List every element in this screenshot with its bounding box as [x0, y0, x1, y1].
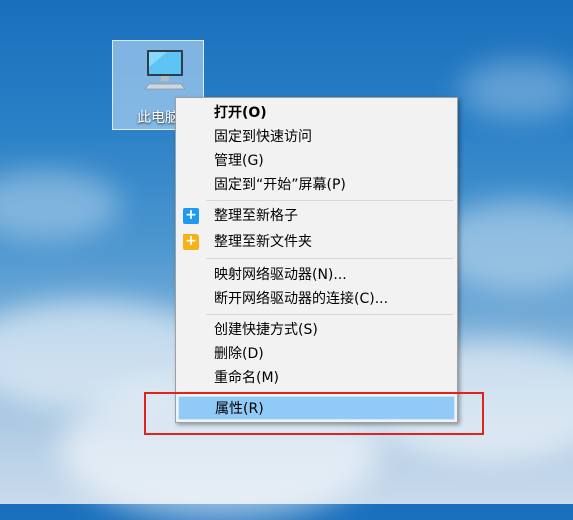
menu-item-label: 映射网络驱动器(N)...	[214, 267, 347, 283]
menu-item-label: 固定到快速访问	[214, 129, 312, 145]
annotation-highlight-box	[144, 392, 484, 435]
menu-item-label: 删除(D)	[214, 346, 264, 362]
menu-item-organize-new-grid[interactable]: + 整理至新格子	[178, 204, 455, 228]
menu-item-delete[interactable]: 删除(D)	[178, 342, 455, 366]
menu-item-label: 断开网络驱动器的连接(C)...	[214, 291, 389, 307]
menu-item-create-shortcut[interactable]: 创建快捷方式(S)	[178, 318, 455, 342]
menu-item-pin-quick-access[interactable]: 固定到快速访问	[178, 125, 455, 149]
menu-item-label: 打开(O)	[214, 105, 267, 121]
menu-item-open[interactable]: 打开(O)	[178, 101, 455, 125]
plus-icon: +	[183, 208, 199, 224]
computer-icon	[144, 50, 186, 90]
menu-item-manage[interactable]: 管理(G)	[178, 149, 455, 173]
menu-item-rename[interactable]: 重命名(M)	[178, 366, 455, 390]
menu-item-label: 创建快捷方式(S)	[214, 322, 318, 338]
menu-item-label: 整理至新文件夹	[214, 234, 312, 250]
menu-item-label: 重命名(M)	[214, 370, 280, 386]
menu-item-label: 固定到“开始”屏幕(P)	[214, 177, 346, 193]
menu-item-organize-new-folder[interactable]: + 整理至新文件夹	[178, 230, 455, 254]
menu-separator	[206, 258, 453, 259]
menu-separator	[206, 314, 453, 315]
menu-item-disconnect-network-drive[interactable]: 断开网络驱动器的连接(C)...	[178, 287, 455, 311]
menu-item-pin-start[interactable]: 固定到“开始”屏幕(P)	[178, 173, 455, 197]
menu-item-map-network-drive[interactable]: 映射网络驱动器(N)...	[178, 263, 455, 287]
menu-separator	[206, 200, 453, 201]
context-menu: 打开(O) 固定到快速访问 管理(G) 固定到“开始”屏幕(P) + 整理至新格…	[175, 97, 458, 423]
folder-plus-icon: +	[183, 234, 199, 250]
menu-item-label: 整理至新格子	[214, 208, 298, 224]
menu-item-label: 管理(G)	[214, 153, 264, 169]
